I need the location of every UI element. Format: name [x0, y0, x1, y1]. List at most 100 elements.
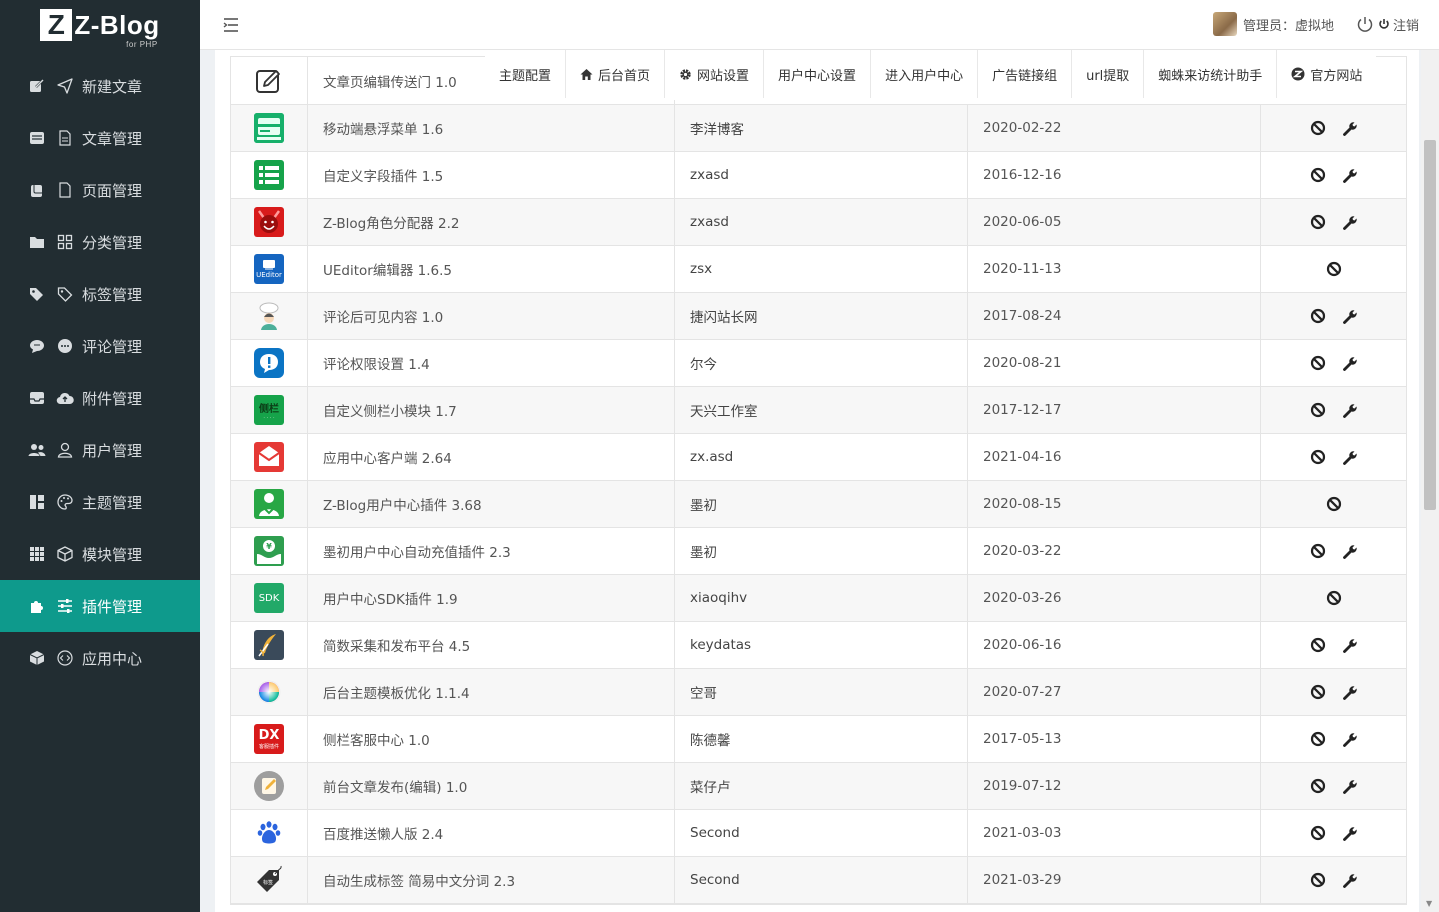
- plugin-actions: [1261, 763, 1406, 809]
- tab-9[interactable]: 官方网站: [1277, 50, 1376, 98]
- power-icon[interactable]: [1356, 15, 1374, 33]
- plugin-author: zxasd: [675, 199, 968, 245]
- sidebar-item-1[interactable]: 新建文章: [0, 60, 200, 112]
- ueditor-icon: UEditor: [231, 246, 308, 292]
- color-wheel-icon: [231, 669, 308, 715]
- disable-icon[interactable]: [1310, 120, 1326, 136]
- tags-icon: [28, 286, 46, 302]
- dx-icon: DX 客服插件: [231, 716, 308, 762]
- tab-label: 网站设置: [697, 68, 750, 84]
- wrench-icon[interactable]: [1342, 778, 1358, 794]
- disable-icon[interactable]: [1310, 543, 1326, 559]
- envelope-icon: [231, 434, 308, 480]
- disable-icon[interactable]: [1310, 825, 1326, 841]
- wrench-icon[interactable]: [1342, 637, 1358, 653]
- user-area: 管理员：虚拟地 注销: [1212, 12, 1419, 36]
- wrench-icon[interactable]: [1342, 684, 1358, 700]
- disable-icon[interactable]: [1326, 590, 1342, 606]
- baidu-paw-icon: [231, 810, 308, 856]
- document-icon: [56, 130, 74, 146]
- admin-label[interactable]: 管理员：虚拟地: [1243, 15, 1334, 34]
- wrench-icon[interactable]: [1342, 449, 1358, 465]
- wrench-icon[interactable]: [1342, 402, 1358, 418]
- plugin-author: 天兴工作室: [675, 387, 968, 433]
- scroll-down-icon[interactable]: ▼: [1426, 899, 1432, 908]
- table-row: 应用中心客户端 2.64 zx.asd 2021-04-16: [231, 434, 1406, 481]
- tab-4[interactable]: 用户中心设置: [764, 50, 872, 98]
- sidebar-item-8[interactable]: 用户管理: [0, 424, 200, 476]
- sidebar-item-5[interactable]: 标签管理: [0, 268, 200, 320]
- table-row: SDK 用户中心SDK插件 1.9 xiaoqihv 2020-03-26: [231, 575, 1406, 622]
- copy-icon: [28, 182, 46, 198]
- tab-label: 后台首页: [598, 68, 651, 84]
- plugin-actions: [1261, 246, 1406, 292]
- sidebar-item-4[interactable]: 分类管理: [0, 216, 200, 268]
- disable-icon[interactable]: [1310, 731, 1326, 747]
- sidebar-item-3[interactable]: 页面管理: [0, 164, 200, 216]
- wrench-icon[interactable]: [1342, 167, 1358, 183]
- tab-3[interactable]: 网站设置: [665, 50, 765, 98]
- wrench-icon[interactable]: [1342, 872, 1358, 888]
- disable-icon[interactable]: [1310, 214, 1326, 230]
- mobile-menu-icon: [231, 105, 308, 151]
- sidebar-item-6[interactable]: 评论管理: [0, 320, 200, 372]
- zblog-icon: [1291, 67, 1305, 81]
- scrollbar[interactable]: ▼: [1421, 50, 1439, 912]
- logout-power-icon: [1378, 18, 1390, 30]
- chat-icon: [28, 338, 46, 354]
- plugin-actions: [1261, 105, 1406, 151]
- disable-icon[interactable]: [1310, 308, 1326, 324]
- disable-icon[interactable]: [1310, 778, 1326, 794]
- person-icon: [56, 442, 74, 458]
- tab-8[interactable]: 蜘蛛来访统计助手: [1144, 50, 1278, 98]
- wrench-icon[interactable]: [1342, 214, 1358, 230]
- tab-label: 官方网站: [1310, 68, 1363, 84]
- disable-icon[interactable]: [1310, 167, 1326, 183]
- plugin-name: 前台文章发布(编辑) 1.0: [308, 763, 675, 809]
- chat-dots-icon: [56, 338, 74, 354]
- wrench-icon[interactable]: [1342, 825, 1358, 841]
- disable-icon[interactable]: [1310, 637, 1326, 653]
- sidebar-item-2[interactable]: 文章管理: [0, 112, 200, 164]
- disable-icon[interactable]: [1310, 449, 1326, 465]
- plugin-name: 评论权限设置 1.4: [308, 340, 675, 386]
- sidebar-item-9[interactable]: 主题管理: [0, 476, 200, 528]
- plugin-actions: [1261, 575, 1406, 621]
- plugin-author: 捷闪站长网: [675, 293, 968, 339]
- disable-icon[interactable]: [1326, 261, 1342, 277]
- money-hand-icon: ¥: [231, 528, 308, 574]
- table-row: Z-Blog角色分配器 2.2 zxasd 2020-06-05: [231, 199, 1406, 246]
- plugin-tabs: 主题配置 后台首页 网站设置 用户中心设置 进入用户中心 广告链接组 url提取 蜘蛛来访统计…: [485, 50, 1377, 100]
- disable-icon[interactable]: [1326, 496, 1342, 512]
- plugin-actions: [1261, 810, 1406, 856]
- wrench-icon[interactable]: [1342, 543, 1358, 559]
- wrench-icon[interactable]: [1342, 120, 1358, 136]
- tab-7[interactable]: url提取: [1072, 50, 1145, 98]
- wrench-icon[interactable]: [1342, 731, 1358, 747]
- wrench-icon[interactable]: [1342, 308, 1358, 324]
- plugin-name: 自定义侧栏小模块 1.7: [308, 387, 675, 433]
- sidebar-item-11[interactable]: 插件管理: [0, 580, 200, 632]
- sidebar-item-label: 文章管理: [82, 129, 143, 148]
- avatar[interactable]: [1212, 12, 1237, 36]
- disable-icon[interactable]: [1310, 402, 1326, 418]
- sidebar-item-7[interactable]: 附件管理: [0, 372, 200, 424]
- wrench-icon[interactable]: [1342, 355, 1358, 371]
- tab-2[interactable]: 后台首页: [566, 50, 666, 98]
- tab-6[interactable]: 广告链接组: [978, 50, 1073, 98]
- disable-icon[interactable]: [1310, 355, 1326, 371]
- tab-5[interactable]: 进入用户中心: [871, 50, 979, 98]
- menu-toggle-icon[interactable]: [222, 16, 242, 34]
- sidebar-item-label: 主题管理: [82, 493, 143, 512]
- logout-link[interactable]: 注销: [1393, 15, 1419, 34]
- disable-icon[interactable]: [1310, 872, 1326, 888]
- tab-label: 主题配置: [499, 68, 552, 84]
- table-row: Z-Blog用户中心插件 3.68 墨初 2020-08-15: [231, 481, 1406, 528]
- sidebar-item-10[interactable]: 模块管理: [0, 528, 200, 580]
- table-row: 后台主题模板优化 1.1.4 空哥 2020-07-27: [231, 669, 1406, 716]
- tab-1[interactable]: 主题配置: [485, 50, 567, 98]
- disable-icon[interactable]: [1310, 684, 1326, 700]
- sidebar-item-12[interactable]: 应用中心: [0, 632, 200, 684]
- logo[interactable]: Z Z-Blog for PHP: [0, 0, 200, 50]
- scrollbar-thumb[interactable]: [1424, 140, 1436, 510]
